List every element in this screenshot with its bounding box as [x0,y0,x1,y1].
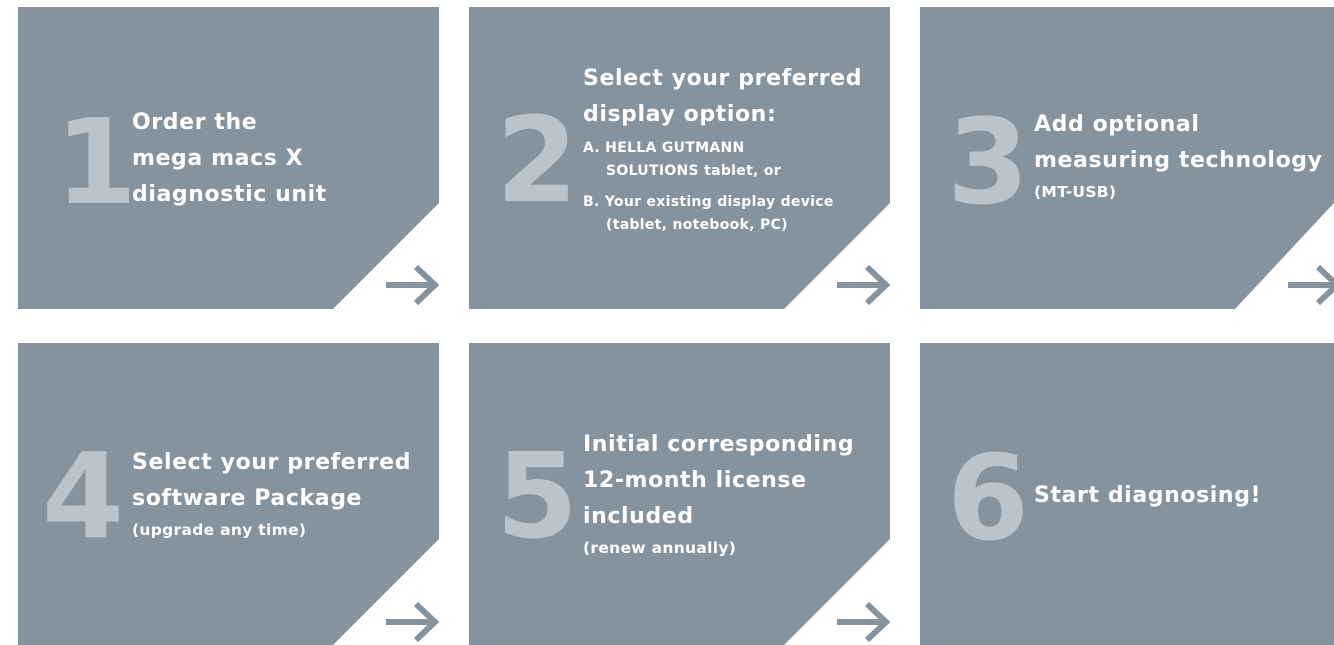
arrow-right-icon[interactable] [835,600,891,644]
step-number: 4 [42,427,125,565]
step-card-1: 1 Order the mega macs X diagnostic unit [18,7,439,309]
step-number: 3 [947,93,1030,231]
step-number: 1 [55,93,138,231]
step-line: 12-month license [583,468,807,493]
step-note: (renew annually) [583,539,737,557]
step-line: display option: [583,102,777,127]
step-card-5: 5 Initial corresponding 12-month license… [469,343,890,645]
step-card-4: 4 Select your preferred software Package… [18,343,439,645]
step-text: Initial corresponding 12-month license i… [583,427,854,561]
step-number: 2 [496,91,579,229]
step-line: diagnostic unit [132,182,327,207]
arrow-right-icon[interactable] [384,263,440,307]
step-line: Order the [132,110,258,135]
step-text: Add optional measuring technology (MT-US… [1034,107,1323,205]
arrow-right-icon[interactable] [1286,263,1334,307]
step-note: (upgrade any time) [132,521,307,539]
step-card-3: 3 Add optional measuring technology (MT-… [920,7,1334,309]
step-line: mega macs X [132,146,304,171]
step-line: Add optional [1034,112,1200,137]
step-line: measuring technology [1034,148,1323,173]
step-number: 6 [947,429,1030,567]
display-option-a: A. HELLA GUTMANN [583,140,745,156]
step-number: 5 [496,427,579,565]
display-option-b-cont: (tablet, notebook, PC) [606,217,788,233]
step-text: Select your preferred software Package (… [132,445,411,543]
step-note: (MT-USB) [1034,183,1117,201]
display-option-b: B. Your existing display device [583,194,834,210]
step-text: Select your preferred display option: A.… [583,61,862,237]
step-line: Start diagnosing! [1034,483,1262,508]
step-text: Order the mega macs X diagnostic unit [132,105,327,213]
display-options-list: A. HELLA GUTMANN SOLUTIONS tablet, or B.… [583,137,862,237]
step-line: Initial corresponding [583,432,855,457]
step-card-6: 6 Start diagnosing! [920,343,1334,645]
step-card-2: 2 Select your preferred display option: … [469,7,890,309]
step-line: software Package [132,486,363,511]
arrow-right-icon[interactable] [384,600,440,644]
arrow-right-icon[interactable] [835,263,891,307]
display-option-a-cont: SOLUTIONS tablet, or [606,163,781,179]
step-text: Start diagnosing! [1034,478,1261,514]
step-line: Select your preferred [583,66,863,91]
step-line: included [583,504,694,529]
step-line: Select your preferred [132,450,412,475]
